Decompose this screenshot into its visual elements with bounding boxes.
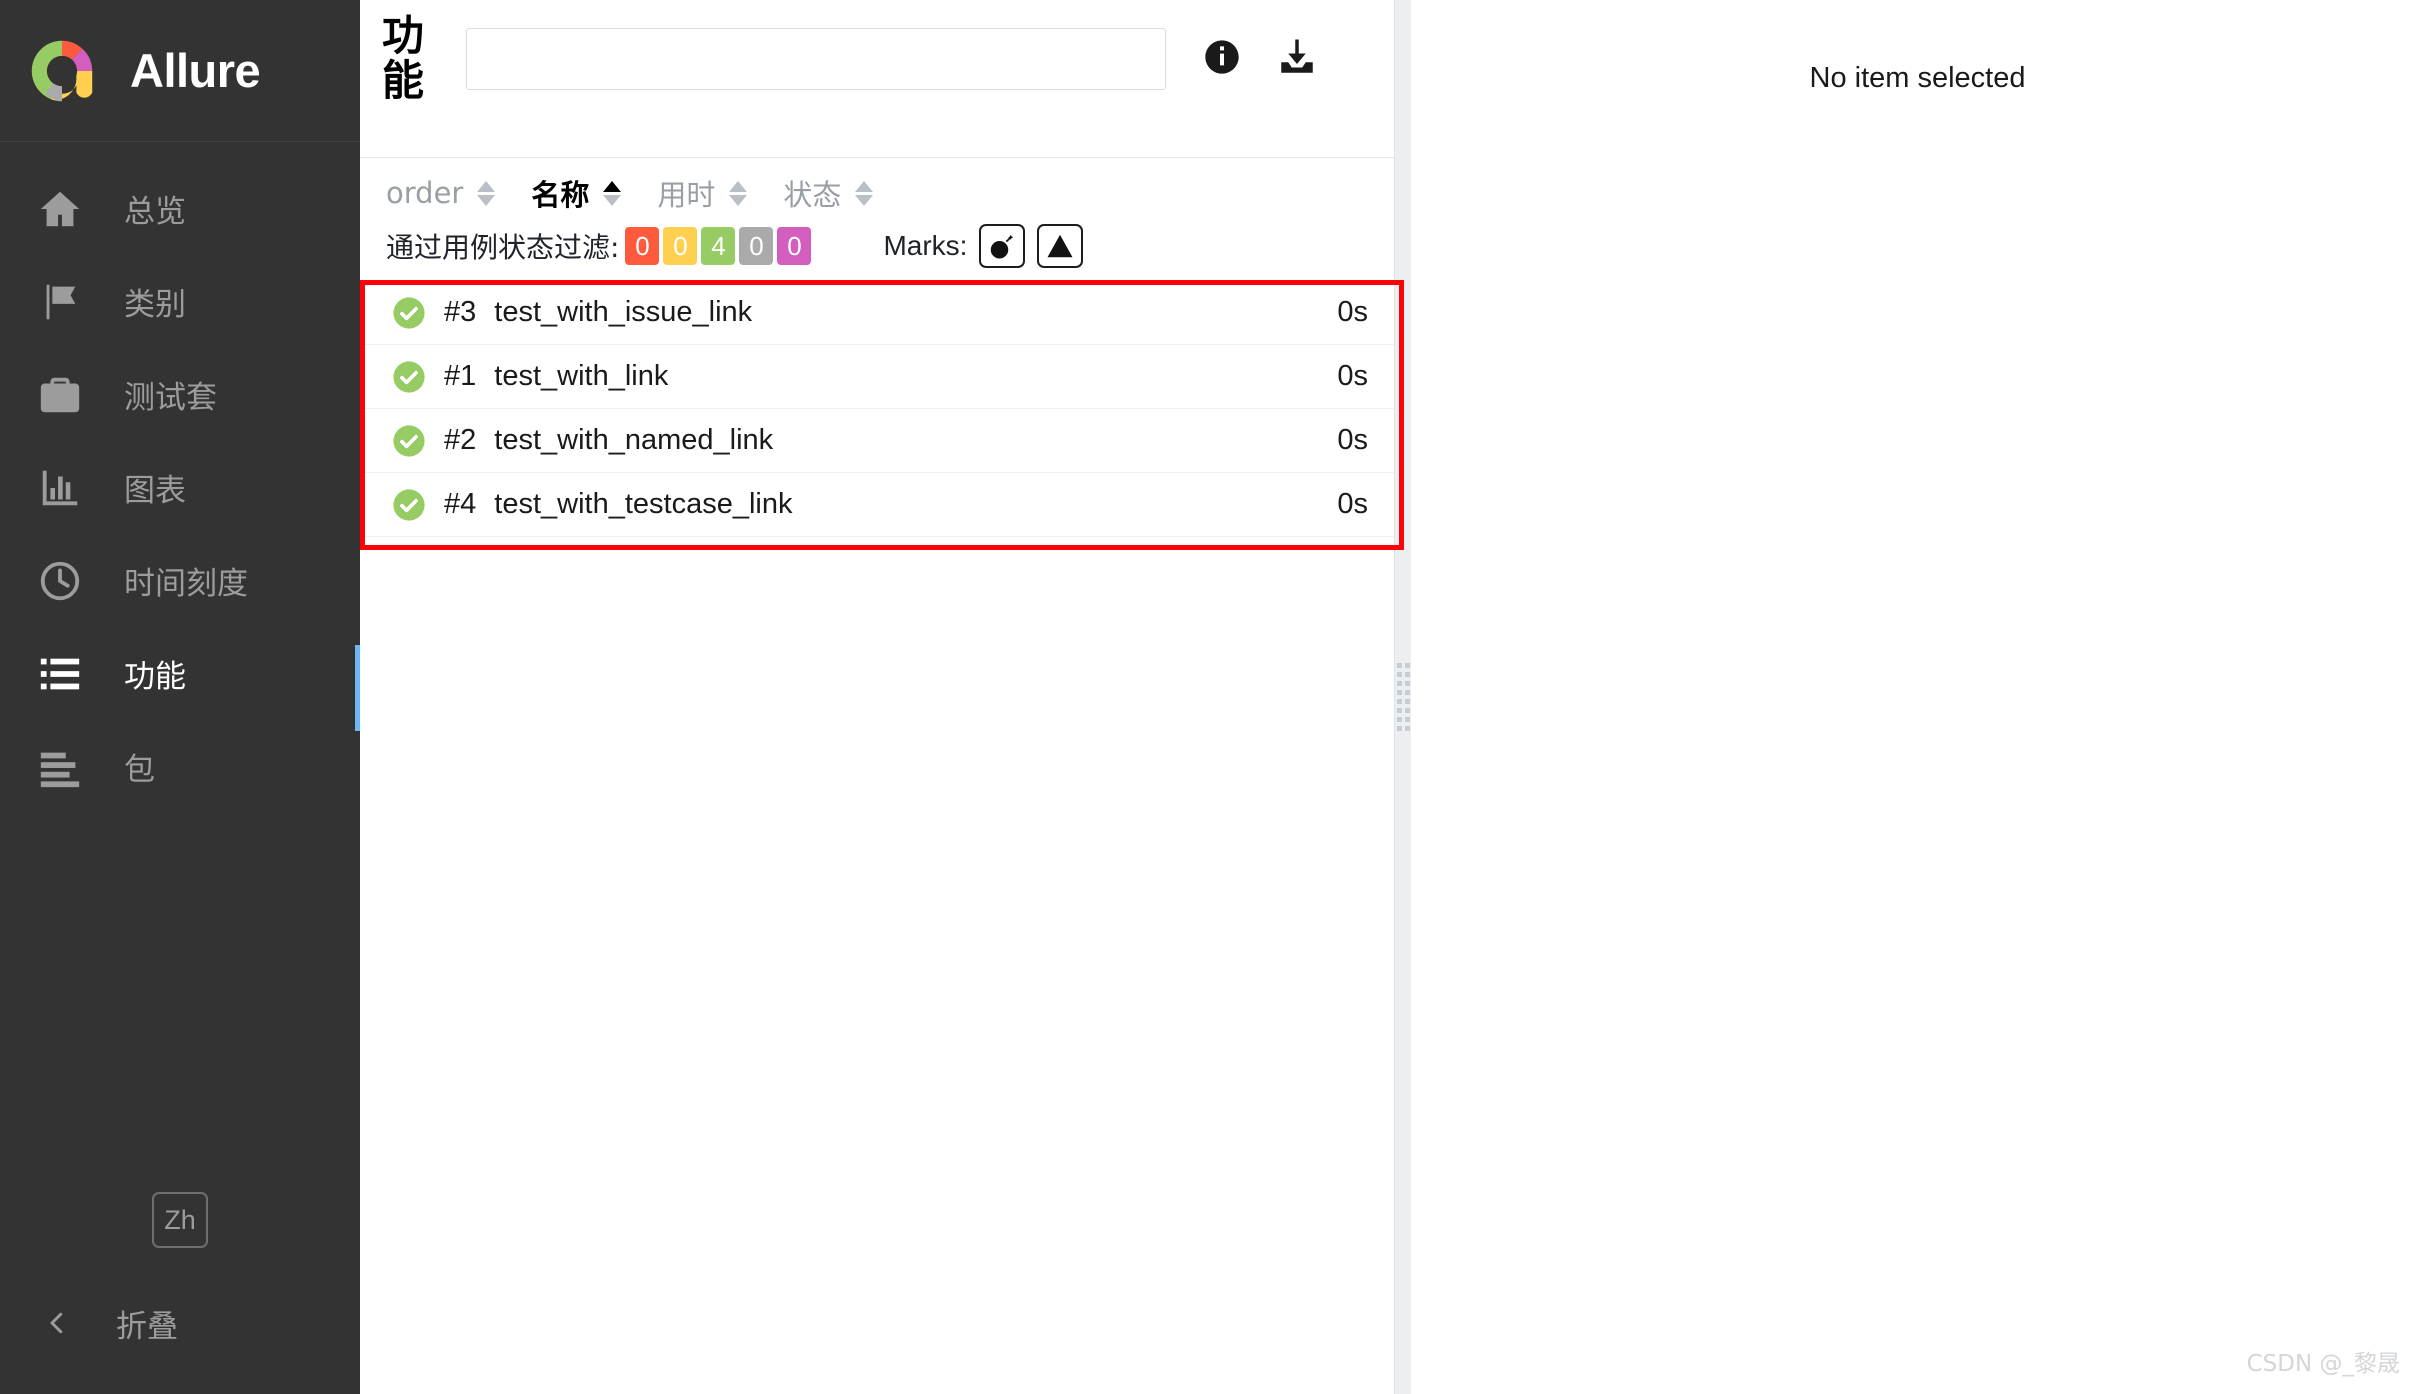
status-badge-unknown[interactable]: 0 <box>777 227 811 265</box>
row-order: #4 <box>444 488 476 521</box>
page-title: 功能 <box>382 14 444 103</box>
sidebar-item-categories[interactable]: 类别 <box>0 255 360 348</box>
allure-logo-icon <box>26 35 98 107</box>
sidebar-item-timeline[interactable]: 时间刻度 <box>0 534 360 627</box>
bomb-icon[interactable] <box>979 224 1025 268</box>
sort-by-duration[interactable]: 用时 <box>657 172 747 214</box>
status-passed-icon <box>392 360 426 394</box>
drag-handle-icon <box>1397 663 1410 731</box>
brand-header[interactable]: Allure <box>0 0 360 142</box>
download-icon[interactable] <box>1276 36 1318 78</box>
row-duration: 0s <box>1337 424 1368 457</box>
sidebar-item-suites[interactable]: 测试套 <box>0 348 360 441</box>
pane-splitter[interactable] <box>1395 0 1411 1394</box>
sort-label: 状态 <box>783 172 841 214</box>
row-name: test_with_testcase_link <box>494 488 792 521</box>
sort-by-order[interactable]: order <box>386 176 495 210</box>
sort-controls: order 名称 用时 状态 <box>360 158 1394 224</box>
detail-pane: No item selected CSDN @_黎晟 <box>1411 0 2424 1394</box>
row-order: #2 <box>444 424 476 457</box>
row-order: #1 <box>444 360 476 393</box>
sort-arrows-icon <box>855 181 873 206</box>
info-icon[interactable] <box>1202 37 1242 77</box>
row-name: test_with_named_link <box>494 424 773 457</box>
sidebar-item-label: 测试套 <box>124 372 217 417</box>
sidebar-item-label: 时间刻度 <box>124 558 248 603</box>
marks-label: Marks: <box>883 230 967 262</box>
search-box[interactable] <box>466 28 1166 90</box>
empty-state-message: No item selected <box>1411 62 2424 95</box>
sidebar-item-graphs[interactable]: 图表 <box>0 441 360 534</box>
table-row[interactable]: #4 test_with_testcase_link 0s <box>360 473 1394 537</box>
sort-label: 用时 <box>657 172 715 214</box>
row-name: test_with_link <box>494 360 668 393</box>
table-row[interactable]: #3 test_with_issue_link 0s <box>360 281 1394 345</box>
list-pane-header: 功能 <box>360 0 1394 158</box>
language-row: Zh <box>0 1192 360 1288</box>
row-duration: 0s <box>1337 488 1368 521</box>
sort-label: 名称 <box>531 172 589 214</box>
flag-icon <box>34 276 86 328</box>
sidebar-footer: Zh 折叠 <box>0 1192 360 1394</box>
sidebar-item-label: 图表 <box>124 465 186 510</box>
test-list-area: #3 test_with_issue_link 0s #1 test_with_… <box>360 280 1394 537</box>
list-icon <box>34 648 86 700</box>
status-passed-icon <box>392 488 426 522</box>
sort-by-name[interactable]: 名称 <box>531 172 621 214</box>
status-badge-skipped[interactable]: 0 <box>739 227 773 265</box>
align-left-icon <box>34 741 86 793</box>
bar-chart-icon <box>34 462 86 514</box>
sort-by-status[interactable]: 状态 <box>783 172 873 214</box>
warning-icon[interactable] <box>1037 224 1083 268</box>
sidebar-item-overview[interactable]: 总览 <box>0 162 360 255</box>
status-filter-row: 通过用例状态过滤: 0 0 4 0 0 Marks: <box>360 224 1394 280</box>
sidebar: Allure 总览 类别 测试套 <box>0 0 360 1394</box>
status-badge-failed[interactable]: 0 <box>625 227 659 265</box>
allure-report-app: Allure 总览 类别 测试套 <box>0 0 2424 1394</box>
sidebar-item-label: 类别 <box>124 279 186 324</box>
sort-arrows-icon <box>603 181 621 206</box>
sidebar-item-packages[interactable]: 包 <box>0 720 360 813</box>
sidebar-item-label: 包 <box>124 744 155 789</box>
sort-arrows-icon <box>729 181 747 206</box>
status-passed-icon <box>392 296 426 330</box>
test-rows: #3 test_with_issue_link 0s #1 test_with_… <box>360 280 1394 537</box>
row-order: #3 <box>444 296 476 329</box>
sidebar-item-label: 总览 <box>124 186 186 231</box>
home-icon <box>34 183 86 235</box>
status-badges: 0 0 4 0 0 <box>625 227 811 265</box>
watermark: CSDN @_黎晟 <box>2247 1344 2400 1378</box>
header-actions <box>1202 36 1318 78</box>
marks-filter: Marks: <box>883 224 1083 268</box>
test-list-pane: 功能 order 名称 用时 <box>360 0 1395 1394</box>
language-button[interactable]: Zh <box>152 1192 208 1248</box>
collapse-sidebar-button[interactable]: 折叠 <box>0 1288 360 1358</box>
table-row[interactable]: #1 test_with_link 0s <box>360 345 1394 409</box>
status-badge-passed[interactable]: 4 <box>701 227 735 265</box>
sidebar-item-behaviors[interactable]: 功能 <box>0 627 360 720</box>
status-filter-label: 通过用例状态过滤: <box>386 226 619 266</box>
row-duration: 0s <box>1337 360 1368 393</box>
row-duration: 0s <box>1337 296 1368 329</box>
sort-arrows-icon <box>477 181 495 206</box>
sort-label: order <box>386 176 463 210</box>
briefcase-icon <box>34 369 86 421</box>
sidebar-nav: 总览 类别 测试套 图表 <box>0 142 360 813</box>
collapse-label: 折叠 <box>116 1301 178 1346</box>
status-passed-icon <box>392 424 426 458</box>
sidebar-item-label: 功能 <box>124 651 186 696</box>
table-row[interactable]: #2 test_with_named_link 0s <box>360 409 1394 473</box>
brand-title: Allure <box>130 43 260 98</box>
search-input[interactable] <box>467 29 1165 89</box>
row-name: test_with_issue_link <box>494 296 752 329</box>
status-badge-broken[interactable]: 0 <box>663 227 697 265</box>
clock-icon <box>34 555 86 607</box>
chevron-left-icon <box>40 1308 74 1338</box>
